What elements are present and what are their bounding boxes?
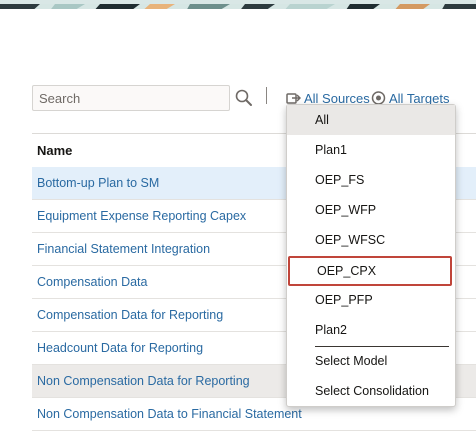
menu-item-oep-pfp[interactable]: OEP_PFP xyxy=(287,285,455,315)
menu-item-oep-wfsc[interactable]: OEP_WFSC xyxy=(287,225,455,255)
banner-pattern xyxy=(0,4,476,9)
row-link[interactable]: Equipment Expense Reporting Capex xyxy=(37,209,246,223)
menu-item-oep-wfp[interactable]: OEP_WFP xyxy=(287,195,455,225)
row-link[interactable]: Non Compensation Data for Reporting xyxy=(37,374,250,388)
search-button[interactable] xyxy=(234,88,254,108)
toolbar-divider xyxy=(266,87,267,104)
name-column-header[interactable]: Name xyxy=(37,143,72,158)
menu-item-plan1[interactable]: Plan1 xyxy=(287,135,455,165)
row-link[interactable]: Compensation Data for Reporting xyxy=(37,308,223,322)
menu-item-oep-cpx[interactable]: OEP_CPX xyxy=(288,256,452,286)
row-link[interactable]: Compensation Data xyxy=(37,275,147,289)
search-icon xyxy=(235,89,252,106)
search-input[interactable] xyxy=(32,85,230,111)
header-banner xyxy=(0,0,476,9)
source-icon xyxy=(286,93,301,104)
menu-item-select-model[interactable]: Select Model xyxy=(287,346,455,376)
row-link[interactable]: Financial Statement Integration xyxy=(37,242,210,256)
row-link[interactable]: Bottom-up Plan to SM xyxy=(37,176,159,190)
menu-item-oep-fs[interactable]: OEP_FS xyxy=(287,165,455,195)
menu-item-all[interactable]: All xyxy=(287,105,455,135)
row-link[interactable]: Non Compensation Data to Financial State… xyxy=(37,407,302,421)
row-link[interactable]: Headcount Data for Reporting xyxy=(37,341,203,355)
sources-dropdown-menu: All Plan1 OEP_FS OEP_WFP OEP_WFSC OEP_CP… xyxy=(286,104,456,407)
menu-item-plan2[interactable]: Plan2 xyxy=(287,315,455,345)
menu-item-select-consolidation[interactable]: Select Consolidation xyxy=(287,376,455,406)
target-icon xyxy=(371,91,386,105)
